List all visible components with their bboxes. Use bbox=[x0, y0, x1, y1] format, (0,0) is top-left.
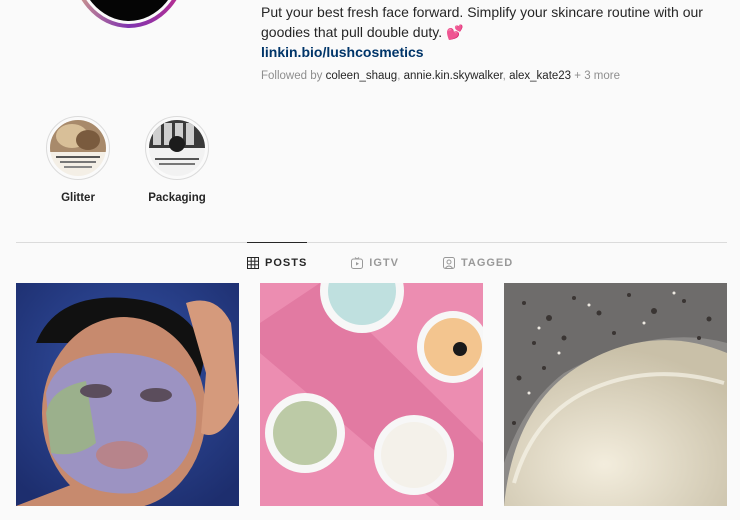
highlight-glitter[interactable]: Glitter bbox=[46, 116, 110, 204]
scrub-texture-photo[interactable] bbox=[504, 283, 727, 506]
igtv-icon bbox=[351, 257, 364, 269]
followed-by: Followed by coleen_shaug, annie.kin.skyw… bbox=[261, 70, 620, 82]
bio-line-2: goodies that pull double duty. 💕 bbox=[261, 24, 464, 40]
highlight-label: Glitter bbox=[61, 192, 95, 204]
bio-line-1: Put your best fresh face forward. Simpli… bbox=[261, 4, 703, 20]
follower-link[interactable]: annie.kin.skywalker bbox=[404, 70, 503, 82]
tab-tagged[interactable]: TAGGED bbox=[442, 243, 514, 283]
followed-by-label: Followed by bbox=[261, 70, 323, 82]
tab-igtv[interactable]: IGTV bbox=[351, 243, 399, 283]
glitter-highlight-thumbnail bbox=[50, 120, 106, 176]
tagged-icon bbox=[442, 257, 455, 269]
profile-bio: Put your best fresh face forward. Simpli… bbox=[261, 2, 721, 82]
posts-grid bbox=[16, 283, 740, 506]
grid-icon bbox=[247, 257, 259, 269]
profile-tabs: POSTS IGTV TAGGED bbox=[247, 242, 557, 283]
tab-label: IGTV bbox=[369, 257, 399, 269]
follower-link[interactable]: alex_kate23 bbox=[509, 70, 571, 82]
pots-on-pink-photo[interactable] bbox=[260, 283, 483, 506]
bio-link[interactable]: linkin.bio/lushcosmetics bbox=[261, 42, 721, 62]
avatar-image bbox=[77, 0, 181, 21]
tab-posts[interactable]: POSTS bbox=[247, 242, 308, 283]
story-highlights: Glitter Packaging bbox=[46, 116, 244, 204]
profile-avatar[interactable] bbox=[70, 0, 188, 28]
tab-label: TAGGED bbox=[460, 257, 514, 269]
followed-more[interactable]: + 3 more bbox=[574, 70, 620, 82]
packaging-highlight-thumbnail bbox=[149, 120, 205, 176]
face-mask-photo[interactable] bbox=[16, 283, 239, 506]
highlight-packaging[interactable]: Packaging bbox=[145, 116, 209, 204]
highlight-label: Packaging bbox=[148, 192, 206, 204]
tab-label: POSTS bbox=[265, 257, 308, 269]
follower-link[interactable]: coleen_shaug bbox=[326, 70, 398, 82]
